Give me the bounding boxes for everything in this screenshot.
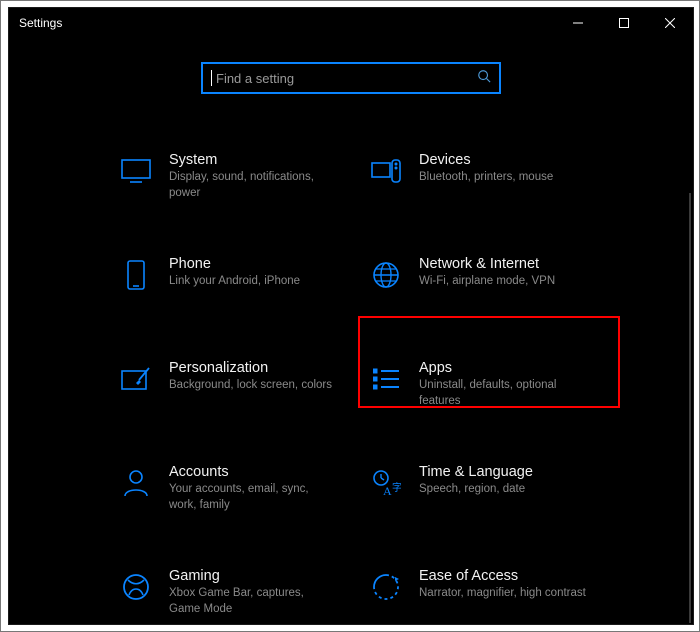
tile-desc: Display, sound, notifications, power	[169, 170, 337, 201]
tile-desc: Uninstall, defaults, optional features	[419, 378, 587, 409]
brush-icon	[119, 362, 153, 396]
maximize-button[interactable]	[601, 8, 647, 38]
tile-time[interactable]: A字 Time & Language Speech, region, date	[363, 458, 593, 528]
tile-desc: Wi-Fi, airplane mode, VPN	[419, 274, 587, 290]
search-input[interactable]	[216, 71, 477, 86]
tile-title: Accounts	[169, 464, 337, 480]
devices-icon	[369, 154, 403, 188]
scrollbar[interactable]	[689, 193, 691, 623]
minimize-icon	[573, 18, 583, 28]
tile-accounts[interactable]: Accounts Your accounts, email, sync, wor…	[113, 458, 343, 528]
xbox-icon	[119, 570, 153, 604]
tile-title: Ease of Access	[419, 568, 587, 584]
tile-title: Devices	[419, 152, 587, 168]
tile-gaming[interactable]: Gaming Xbox Game Bar, captures, Game Mod…	[113, 562, 343, 624]
tile-title: Gaming	[169, 568, 337, 584]
tile-title: Network & Internet	[419, 256, 587, 272]
tile-network[interactable]: Network & Internet Wi-Fi, airplane mode,…	[363, 250, 593, 320]
svg-text:字: 字	[392, 481, 401, 494]
tile-system[interactable]: System Display, sound, notifications, po…	[113, 146, 343, 216]
tile-desc: Background, lock screen, colors	[169, 378, 337, 394]
apps-list-icon	[369, 362, 403, 396]
tile-devices[interactable]: Devices Bluetooth, printers, mouse	[363, 146, 593, 216]
tile-title: System	[169, 152, 337, 168]
tile-personalization[interactable]: Personalization Background, lock screen,…	[113, 354, 343, 424]
tile-apps[interactable]: Apps Uninstall, defaults, optional featu…	[363, 354, 593, 424]
window-controls	[555, 8, 693, 38]
tile-title: Phone	[169, 256, 337, 272]
tile-title: Personalization	[169, 360, 337, 376]
tile-ease-of-access[interactable]: Ease of Access Narrator, magnifier, high…	[363, 562, 593, 624]
titlebar: Settings	[9, 8, 693, 38]
system-icon	[119, 154, 153, 188]
tile-desc: Link your Android, iPhone	[169, 274, 337, 290]
window-title: Settings	[19, 16, 62, 30]
content-area: System Display, sound, notifications, po…	[9, 38, 693, 624]
minimize-button[interactable]	[555, 8, 601, 38]
tile-desc: Your accounts, email, sync, work, family	[169, 482, 337, 513]
settings-window: Settings	[8, 7, 694, 625]
search-box[interactable]	[201, 62, 501, 94]
maximize-icon	[619, 18, 629, 28]
close-icon	[665, 18, 675, 28]
globe-icon	[369, 258, 403, 292]
close-button[interactable]	[647, 8, 693, 38]
tile-desc: Speech, region, date	[419, 482, 587, 498]
ease-of-access-icon	[369, 570, 403, 604]
phone-icon	[119, 258, 153, 292]
settings-grid: System Display, sound, notifications, po…	[9, 146, 693, 624]
person-icon	[119, 466, 153, 500]
tile-desc: Narrator, magnifier, high contrast	[419, 586, 587, 602]
tile-desc: Xbox Game Bar, captures, Game Mode	[169, 586, 337, 617]
search-icon	[477, 69, 491, 88]
text-caret	[211, 70, 212, 86]
tile-phone[interactable]: Phone Link your Android, iPhone	[113, 250, 343, 320]
svg-text:A: A	[383, 484, 392, 497]
tile-title: Time & Language	[419, 464, 587, 480]
tile-title: Apps	[419, 360, 587, 376]
time-language-icon: A字	[369, 466, 403, 500]
tile-desc: Bluetooth, printers, mouse	[419, 170, 587, 186]
